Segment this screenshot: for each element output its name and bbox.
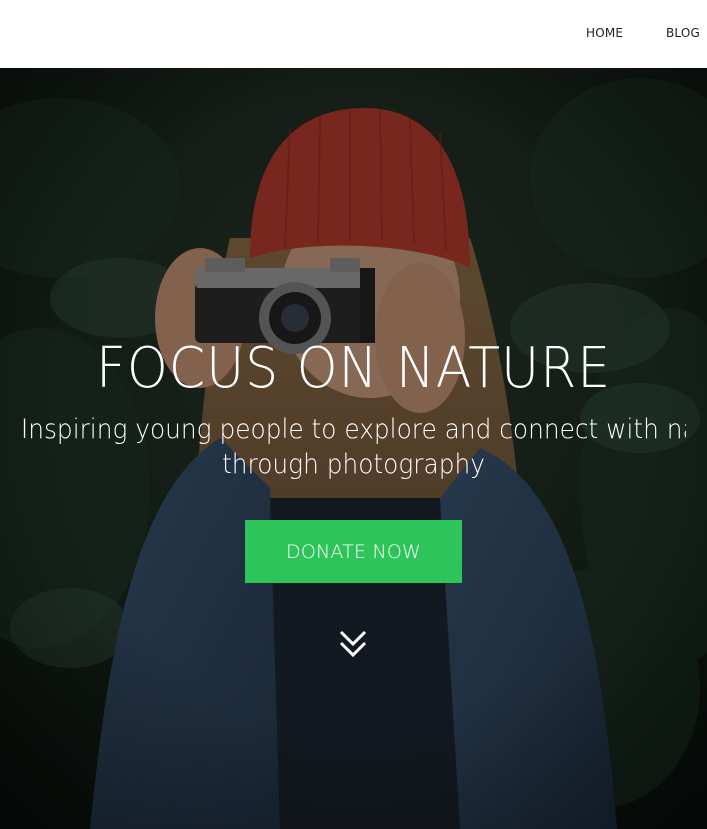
scroll-down-button[interactable] [337,628,369,660]
hero-subtitle-line-1: Inspiring young people to explore and co… [20,414,687,445]
nav-blog-link[interactable]: BLOG [666,26,700,40]
donate-now-button[interactable]: DONATE NOW [245,520,462,583]
hero-title: FOCUS ON NATURE [95,336,612,401]
hero-subtitle-line-2: through photography [222,449,485,480]
double-chevron-down-icon [339,630,367,658]
site-header: HOME BLOG [0,0,707,68]
nav-home-link[interactable]: HOME [586,26,623,40]
hero-section: FOCUS ON NATURE Inspiring young people t… [0,68,707,829]
hero-subtitle: Inspiring young people to explore and co… [21,412,686,482]
